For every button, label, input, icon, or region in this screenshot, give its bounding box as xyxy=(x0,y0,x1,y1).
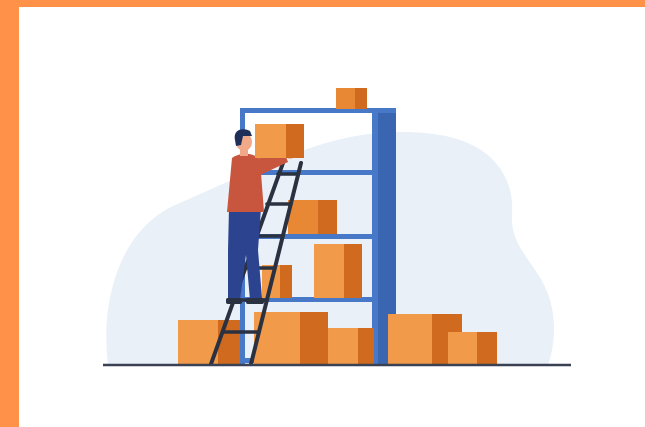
shelf-top xyxy=(240,108,396,113)
image-frame xyxy=(0,0,645,427)
worker-shoe xyxy=(246,298,264,304)
held-box-front xyxy=(255,124,289,158)
warehouse-illustration xyxy=(103,88,571,367)
box-shelf-3b xyxy=(314,244,348,298)
box-shelf-3a-side xyxy=(280,265,292,298)
held-box xyxy=(255,124,304,158)
box-floor-4 xyxy=(388,314,436,364)
box-shelf-3b-side xyxy=(344,244,362,298)
box-floor-3-side xyxy=(358,328,374,364)
box-top-side xyxy=(355,88,367,109)
box-floor-5-side xyxy=(477,332,497,364)
box-floor-5 xyxy=(448,332,480,364)
box-floor-2-side xyxy=(300,312,328,364)
box-shelf-2 xyxy=(288,200,320,234)
box-shelf-2-side xyxy=(318,200,337,234)
box-floor-1-side xyxy=(218,320,240,364)
box-floor-3 xyxy=(328,328,360,364)
worker-shoe xyxy=(226,298,242,304)
held-box-side xyxy=(286,124,304,158)
